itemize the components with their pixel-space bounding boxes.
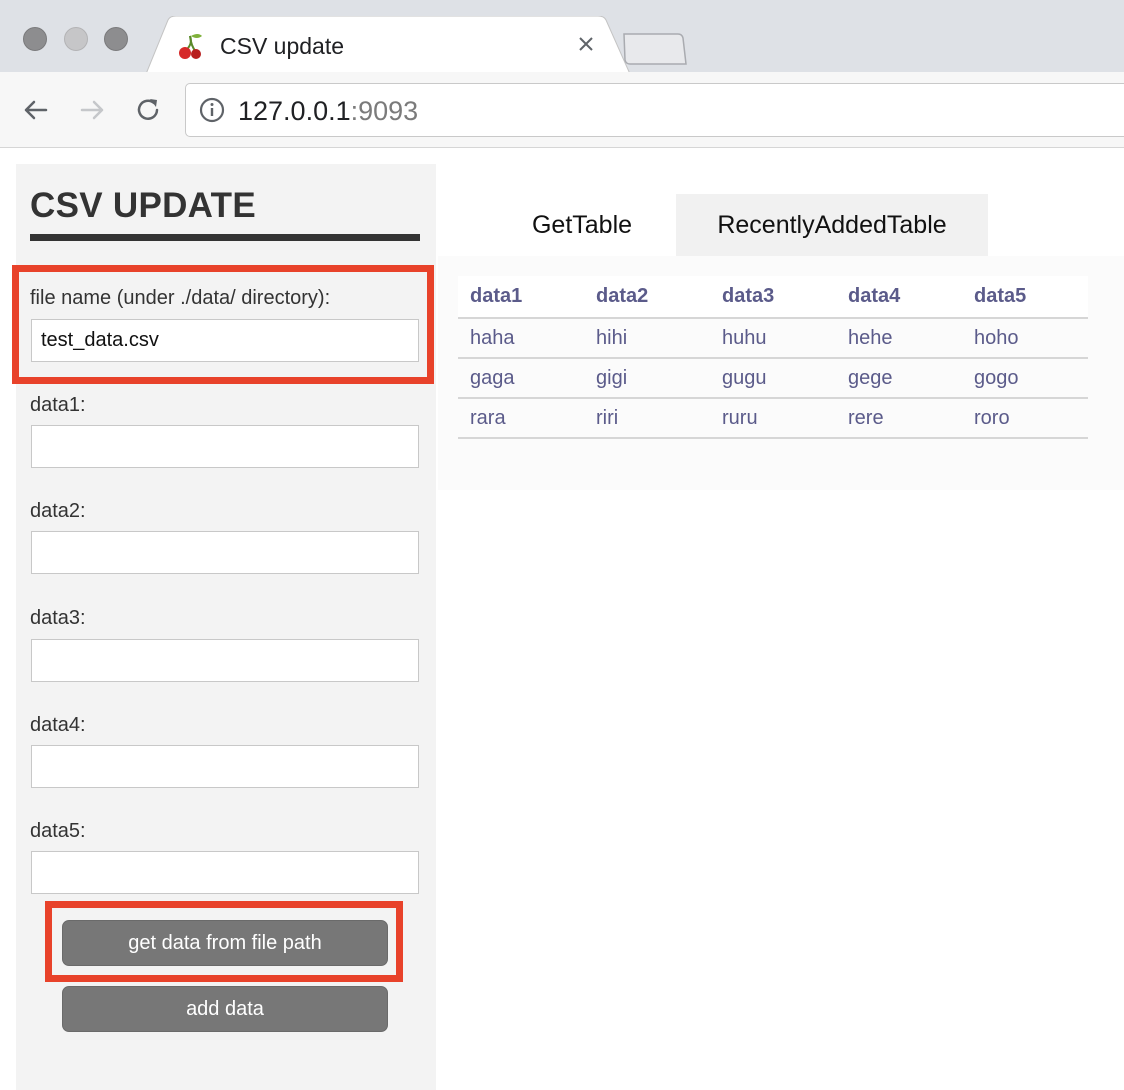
reload-icon[interactable] bbox=[132, 94, 164, 126]
window-zoom-button[interactable] bbox=[104, 27, 128, 51]
url-text: 127.0.0.1:9093 bbox=[238, 96, 418, 127]
table-cell: huhu bbox=[710, 318, 836, 359]
table-panel: data1 data2 data3 data4 data5 haha hihi … bbox=[438, 256, 1124, 490]
browser-tab-strip: CSV update bbox=[0, 0, 1124, 74]
table-cell: ruru bbox=[710, 398, 836, 439]
tab-title: CSV update bbox=[220, 33, 345, 59]
new-tab-button[interactable] bbox=[620, 32, 688, 66]
title-divider bbox=[30, 234, 420, 241]
tab-shape bbox=[146, 16, 630, 74]
forward-arrow-icon[interactable] bbox=[76, 94, 108, 126]
browser-tab-active[interactable]: CSV update bbox=[146, 16, 630, 74]
page-content: CSV UPDATE file name (under ./data/ dire… bbox=[0, 149, 1124, 1090]
close-icon[interactable] bbox=[574, 32, 598, 56]
data5-label: data5: bbox=[30, 820, 86, 842]
column-header: data3 bbox=[710, 276, 836, 319]
app-title: CSV UPDATE bbox=[30, 186, 256, 225]
window-close-button[interactable] bbox=[23, 27, 47, 51]
cherry-icon bbox=[179, 34, 202, 59]
table-row: rara riri ruru rere roro bbox=[458, 398, 1088, 439]
table-row: haha hihi huhu hehe hoho bbox=[458, 318, 1088, 359]
data-table: data1 data2 data3 data4 data5 haha hihi … bbox=[458, 276, 1088, 439]
url-port: :9093 bbox=[350, 96, 419, 126]
window-minimize-button[interactable] bbox=[64, 27, 88, 51]
data3-label: data3: bbox=[30, 607, 86, 629]
data2-label: data2: bbox=[30, 500, 86, 522]
data1-label: data1: bbox=[30, 394, 86, 416]
table-cell: gigi bbox=[584, 358, 710, 399]
column-header: data1 bbox=[458, 276, 584, 319]
column-header: data5 bbox=[962, 276, 1088, 319]
table-cell: gugu bbox=[710, 358, 836, 399]
back-arrow-icon[interactable] bbox=[20, 94, 52, 126]
column-header: data2 bbox=[584, 276, 710, 319]
browser-toolbar: 127.0.0.1:9093 bbox=[0, 72, 1124, 148]
add-data-button[interactable]: add data bbox=[62, 986, 388, 1032]
table-cell: rere bbox=[836, 398, 962, 439]
table-row: gaga gigi gugu gege gogo bbox=[458, 358, 1088, 399]
table-cell: riri bbox=[584, 398, 710, 439]
column-header: data4 bbox=[836, 276, 962, 319]
file-name-label: file name (under ./data/ directory): bbox=[30, 287, 331, 309]
table-cell: haha bbox=[458, 318, 584, 359]
tab-get-table[interactable]: GetTable bbox=[502, 194, 662, 256]
table-cell: rara bbox=[458, 398, 584, 439]
table-cell: hihi bbox=[584, 318, 710, 359]
data2-input[interactable] bbox=[31, 531, 419, 574]
table-cell: hoho bbox=[962, 318, 1088, 359]
table-cell: gege bbox=[836, 358, 962, 399]
data1-input[interactable] bbox=[31, 425, 419, 468]
sidebar-form: CSV UPDATE file name (under ./data/ dire… bbox=[16, 164, 436, 1090]
table-cell: roro bbox=[962, 398, 1088, 439]
table-cell: hehe bbox=[836, 318, 962, 359]
data4-label: data4: bbox=[30, 714, 86, 736]
data4-input[interactable] bbox=[31, 745, 419, 788]
tab-recently-added-table[interactable]: RecentlyAddedTable bbox=[676, 194, 988, 256]
data3-input[interactable] bbox=[31, 639, 419, 682]
get-data-button[interactable]: get data from file path bbox=[62, 920, 388, 966]
address-bar[interactable]: 127.0.0.1:9093 bbox=[185, 83, 1124, 137]
info-icon[interactable] bbox=[198, 96, 226, 124]
data5-input[interactable] bbox=[31, 851, 419, 894]
table-header-row: data1 data2 data3 data4 data5 bbox=[458, 276, 1088, 319]
file-name-input[interactable] bbox=[31, 319, 419, 362]
url-host: 127.0.0.1 bbox=[238, 96, 351, 126]
table-cell: gaga bbox=[458, 358, 584, 399]
table-cell: gogo bbox=[962, 358, 1088, 399]
